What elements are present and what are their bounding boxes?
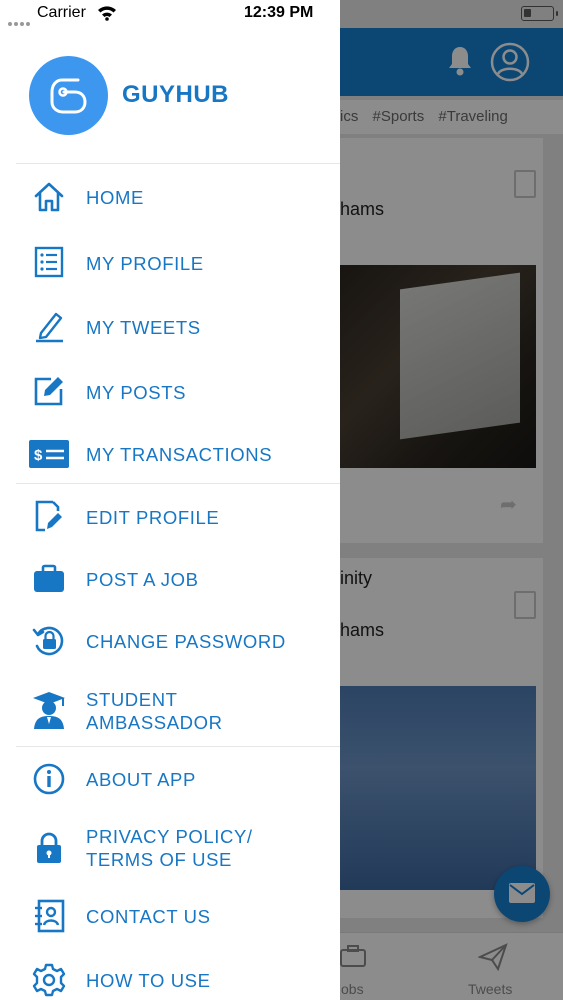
menu-label: CONTACT US (86, 906, 211, 927)
menu-label: CHANGE PASSWORD (86, 631, 286, 652)
menu-label: AMBASSADOR (86, 712, 223, 733)
menu-label: TERMS OF USE (86, 849, 232, 870)
menu-label: MY TRANSACTIONS (86, 444, 273, 465)
briefcase-icon (29, 559, 69, 599)
contact-book-icon (29, 896, 69, 936)
divider (16, 163, 340, 164)
menu-label: POST A JOB (86, 569, 199, 590)
menu-label: PRIVACY POLICY/ (86, 826, 253, 847)
pen-icon (29, 306, 69, 346)
menu-item-about-app[interactable]: ABOUT APP (0, 751, 340, 807)
info-icon (29, 759, 69, 799)
svg-text:$: $ (34, 447, 43, 464)
clock: 12:39 PM (244, 4, 314, 21)
menu-label: ABOUT APP (86, 769, 196, 790)
menu-item-student-ambassador[interactable]: STUDENT AMBASSADOR (0, 682, 340, 744)
app-logo (29, 56, 108, 135)
menu-label: MY PROFILE (86, 253, 204, 274)
money-card-icon: $ (29, 434, 69, 474)
carrier-label: Carrier (37, 4, 86, 21)
menu-item-contact-us[interactable]: CONTACT US (0, 888, 340, 944)
menu-item-my-tweets[interactable]: MY TWEETS (0, 298, 340, 354)
status-bar: Carrier 12:39 PM (0, 0, 563, 28)
menu-label: EDIT PROFILE (86, 507, 220, 528)
brand-name: GUYHUB (122, 81, 230, 108)
menu-label: HOW TO USE (86, 970, 211, 991)
menu-item-change-password[interactable]: CHANGE PASSWORD (0, 613, 340, 669)
battery-icon (521, 6, 558, 21)
navigation-drawer: GUYHUB HOME MY PROFILE MY TWEETS MY POST… (0, 0, 340, 1000)
wifi-icon (98, 6, 116, 21)
edit-document-icon (29, 496, 69, 536)
divider (16, 746, 340, 747)
menu-label: MY POSTS (86, 382, 187, 403)
menu-item-privacy-policy[interactable]: PRIVACY POLICY/ TERMS OF USE (0, 818, 340, 880)
divider (16, 483, 340, 484)
menu-label: STUDENT (86, 689, 178, 710)
menu-item-my-transactions[interactable]: $ MY TRANSACTIONS (0, 426, 340, 482)
graduate-icon (29, 690, 69, 730)
profile-list-icon (29, 242, 69, 282)
guyhub-logo-icon (50, 78, 87, 114)
home-icon (29, 177, 69, 217)
menu-item-how-to-use[interactable]: HOW TO USE (0, 952, 340, 1000)
edit-square-icon (29, 371, 69, 411)
gear-icon (29, 960, 69, 1000)
lock-reset-icon (29, 621, 69, 661)
menu-label: MY TWEETS (86, 317, 201, 338)
menu-item-my-posts[interactable]: MY POSTS (0, 363, 340, 419)
menu-label: HOME (86, 187, 144, 208)
menu-item-my-profile[interactable]: MY PROFILE (0, 234, 340, 290)
menu-item-home[interactable]: HOME (0, 169, 340, 225)
signal-icon (8, 13, 32, 31)
lock-icon (29, 828, 69, 868)
menu-item-post-a-job[interactable]: POST A JOB (0, 551, 340, 607)
menu-item-edit-profile[interactable]: EDIT PROFILE (0, 488, 340, 544)
